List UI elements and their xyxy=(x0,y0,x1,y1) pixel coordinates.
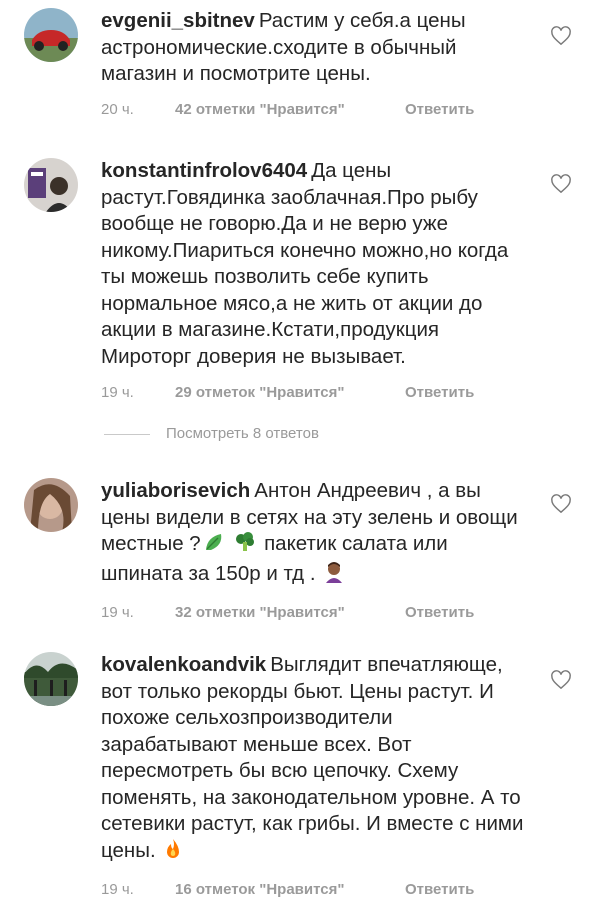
comment-likes[interactable]: 42 отметки "Нравится" xyxy=(175,101,405,118)
comment-meta: 20 ч. 42 отметки "Нравится" Ответить xyxy=(101,98,531,122)
comment-message: Да цены растут.Говядинка заоблачная.Про … xyxy=(101,159,509,368)
like-heart-icon[interactable] xyxy=(550,670,572,690)
leafy-green-icon xyxy=(203,531,225,561)
reply-button[interactable]: Ответить xyxy=(405,384,474,401)
comment-meta: 19 ч. 16 отметок "Нравится" Ответить xyxy=(101,877,531,901)
comment-text: kovalenkoandvik Выглядит впечатляюще, вот… xyxy=(101,652,531,867)
comment-username[interactable]: evgenii_sbitnev xyxy=(101,9,255,32)
comment-time: 19 ч. xyxy=(101,603,134,621)
comment-meta: 19 ч. 29 отметок "Нравится" Ответить xyxy=(101,380,531,404)
like-heart-icon[interactable] xyxy=(550,494,572,514)
view-replies-button[interactable]: Посмотреть 8 ответов xyxy=(0,423,600,447)
comment-username[interactable]: kovalenkoandvik xyxy=(101,653,266,676)
avatar[interactable] xyxy=(24,158,78,212)
comment-likes[interactable]: 16 отметок "Нравится" xyxy=(175,881,405,898)
comment-username[interactable]: konstantinfrolov6404 xyxy=(101,159,307,182)
comment-username[interactable]: yuliaborisevich xyxy=(101,479,250,502)
comment-text: evgenii_sbitnev Растим у себя.а цены астр… xyxy=(101,8,531,88)
reply-button[interactable]: Ответить xyxy=(405,881,474,898)
comments-feed: evgenii_sbitnev Растим у себя.а цены астр… xyxy=(0,0,600,904)
avatar-image xyxy=(24,8,78,62)
woman-facepalming-icon xyxy=(323,561,345,591)
broccoli-icon xyxy=(234,531,256,561)
comment-text: konstantinfrolov6404 Да цены растут.Говяд… xyxy=(101,158,531,370)
view-replies-label: Посмотреть 8 ответов xyxy=(166,425,319,442)
replies-divider xyxy=(104,434,150,435)
avatar[interactable] xyxy=(24,478,78,532)
comment-likes[interactable]: 29 отметок "Нравится" xyxy=(175,384,405,401)
avatar[interactable] xyxy=(24,652,78,706)
comment-time: 19 ч. xyxy=(101,880,134,898)
comment-time: 19 ч. xyxy=(101,383,134,401)
like-heart-icon[interactable] xyxy=(550,174,572,194)
comment-likes[interactable]: 32 отметки "Нравится" xyxy=(175,604,405,621)
reply-button[interactable]: Ответить xyxy=(405,604,474,621)
avatar-image xyxy=(24,158,78,212)
comment-text: yuliaborisevich Антон Андреевич , а вы це… xyxy=(101,478,531,590)
comment-time: 20 ч. xyxy=(101,101,134,118)
like-heart-icon[interactable] xyxy=(550,26,572,46)
comment-message: Выглядит впечатляюще, вот только рекорды… xyxy=(101,653,524,862)
reply-button[interactable]: Ответить xyxy=(405,101,474,118)
avatar-image xyxy=(24,478,78,532)
avatar[interactable] xyxy=(24,8,78,62)
avatar-image xyxy=(24,652,78,706)
fire-icon xyxy=(163,838,183,868)
comment-meta: 19 ч. 32 отметки "Нравится" Ответить xyxy=(101,600,531,624)
